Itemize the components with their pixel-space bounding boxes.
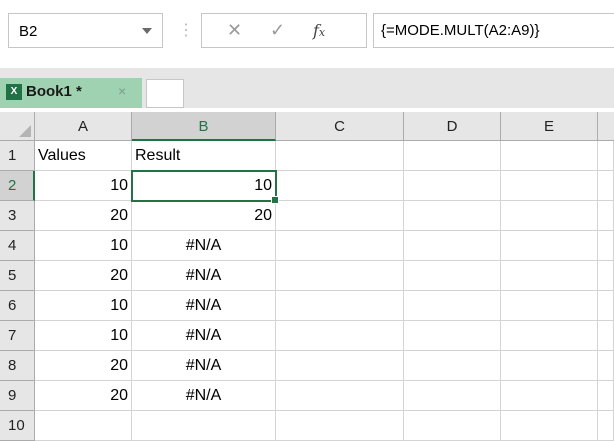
tab-close-icon[interactable]: × xyxy=(118,83,126,99)
cell-d8[interactable] xyxy=(404,351,501,381)
select-all-corner[interactable] xyxy=(0,112,35,141)
cell-b7[interactable]: #N/A xyxy=(132,321,276,351)
cell-c8[interactable] xyxy=(276,351,404,381)
cell-e8[interactable] xyxy=(501,351,598,381)
row-header-10[interactable]: 10 xyxy=(0,411,35,441)
row-header-2[interactable]: 2 xyxy=(0,171,35,201)
cell-f7[interactable] xyxy=(598,321,614,351)
cell-d10[interactable] xyxy=(404,411,501,441)
cell-e9[interactable] xyxy=(501,381,598,411)
select-all-icon xyxy=(19,125,31,137)
cell-e1[interactable] xyxy=(501,141,598,171)
cell-f1[interactable] xyxy=(598,141,614,171)
cell-d3[interactable] xyxy=(404,201,501,231)
cell-d2[interactable] xyxy=(404,171,501,201)
column-header-a[interactable]: A xyxy=(35,112,132,141)
cell-b2[interactable]: 10 xyxy=(131,170,277,202)
row-header-3[interactable]: 3 xyxy=(0,201,35,231)
cell-a2[interactable]: 10 xyxy=(35,171,132,201)
cell-c9[interactable] xyxy=(276,381,404,411)
formula-buttons: ✕ ✓ fx xyxy=(201,13,367,48)
name-box[interactable]: B2 xyxy=(8,13,163,48)
cell-a8[interactable]: 20 xyxy=(35,351,132,381)
formula-bar: B2 ⋮ ✕ ✓ fx {=MODE.MULT(A2:A9)} xyxy=(0,0,614,68)
name-box-value: B2 xyxy=(19,23,38,40)
cell-a3[interactable]: 20 xyxy=(35,201,132,231)
row-header-5[interactable]: 5 xyxy=(0,261,35,291)
cell-e4[interactable] xyxy=(501,231,598,261)
cell-b6[interactable]: #N/A xyxy=(132,291,276,321)
workbook-tab-strip: X Book1 * × xyxy=(0,68,614,108)
cell-f6[interactable] xyxy=(598,291,614,321)
new-workbook-tab[interactable] xyxy=(146,79,184,108)
cell-a10[interactable] xyxy=(35,411,132,441)
cell-c10[interactable] xyxy=(276,411,404,441)
cell-c4[interactable] xyxy=(276,231,404,261)
formula-text: {=MODE.MULT(A2:A9)} xyxy=(381,22,540,39)
cell-a7[interactable]: 10 xyxy=(35,321,132,351)
cell-f2[interactable] xyxy=(598,171,614,201)
excel-icon: X xyxy=(6,84,22,100)
cell-b1[interactable]: Result xyxy=(132,141,276,171)
close-icon[interactable]: ✕ xyxy=(227,20,242,41)
formula-input[interactable]: {=MODE.MULT(A2:A9)} xyxy=(373,13,614,48)
cell-d4[interactable] xyxy=(404,231,501,261)
cell-f4[interactable] xyxy=(598,231,614,261)
cell-c1[interactable] xyxy=(276,141,404,171)
cell-d9[interactable] xyxy=(404,381,501,411)
cell-b4[interactable]: #N/A xyxy=(132,231,276,261)
spreadsheet-grid: A B C D E 1 Values Result 2 10 10 3 20 20 4 10 #N/A… xyxy=(0,112,614,441)
row-header-4[interactable]: 4 xyxy=(0,231,35,261)
row-header-9[interactable]: 9 xyxy=(0,381,35,411)
cell-e10[interactable] xyxy=(501,411,598,441)
cell-f8[interactable] xyxy=(598,351,614,381)
column-header-f[interactable] xyxy=(598,112,614,141)
cell-c5[interactable] xyxy=(276,261,404,291)
cell-a9[interactable]: 20 xyxy=(35,381,132,411)
cell-a5[interactable]: 20 xyxy=(35,261,132,291)
cell-c7[interactable] xyxy=(276,321,404,351)
chevron-down-icon[interactable] xyxy=(142,28,152,34)
check-icon[interactable]: ✓ xyxy=(270,20,285,41)
cell-c6[interactable] xyxy=(276,291,404,321)
cell-b5[interactable]: #N/A xyxy=(132,261,276,291)
column-header-b[interactable]: B xyxy=(132,112,276,141)
workbook-tab[interactable]: X Book1 * × xyxy=(0,78,142,108)
cell-e5[interactable] xyxy=(501,261,598,291)
cell-f3[interactable] xyxy=(598,201,614,231)
cell-b9[interactable]: #N/A xyxy=(132,381,276,411)
cell-b10[interactable] xyxy=(132,411,276,441)
row-header-7[interactable]: 7 xyxy=(0,321,35,351)
cell-d6[interactable] xyxy=(404,291,501,321)
cell-c3[interactable] xyxy=(276,201,404,231)
cell-a6[interactable]: 10 xyxy=(35,291,132,321)
column-header-d[interactable]: D xyxy=(404,112,501,141)
cell-a4[interactable]: 10 xyxy=(35,231,132,261)
cell-f10[interactable] xyxy=(598,411,614,441)
column-header-e[interactable]: E xyxy=(501,112,598,141)
cell-f9[interactable] xyxy=(598,381,614,411)
row-header-1[interactable]: 1 xyxy=(0,141,35,171)
row-header-6[interactable]: 6 xyxy=(0,291,35,321)
cell-a1[interactable]: Values xyxy=(35,141,132,171)
cell-b8[interactable]: #N/A xyxy=(132,351,276,381)
workbook-tab-label: Book1 * xyxy=(26,83,82,100)
fill-handle[interactable] xyxy=(271,196,279,204)
cell-e2[interactable] xyxy=(501,171,598,201)
insert-function-icon[interactable]: fx xyxy=(313,21,325,40)
cell-e7[interactable] xyxy=(501,321,598,351)
cell-d1[interactable] xyxy=(404,141,501,171)
cell-e3[interactable] xyxy=(501,201,598,231)
cell-d5[interactable] xyxy=(404,261,501,291)
row-header-8[interactable]: 8 xyxy=(0,351,35,381)
cell-f5[interactable] xyxy=(598,261,614,291)
cell-d7[interactable] xyxy=(404,321,501,351)
cell-b3[interactable]: 20 xyxy=(132,201,276,231)
drag-handle-icon[interactable]: ⋮ xyxy=(178,20,194,40)
cell-c2[interactable] xyxy=(276,171,404,201)
cell-e6[interactable] xyxy=(501,291,598,321)
column-header-c[interactable]: C xyxy=(276,112,404,141)
